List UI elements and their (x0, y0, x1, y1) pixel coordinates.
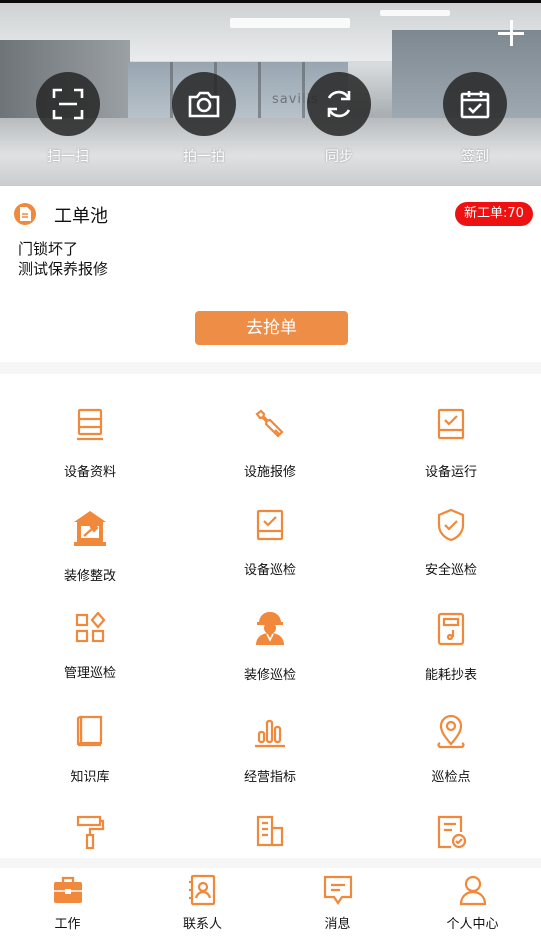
grab-order-button[interactable]: 去抢单 (195, 311, 348, 345)
contacts-icon (188, 874, 215, 906)
scan-icon (36, 72, 100, 136)
form-check-icon (437, 815, 467, 849)
camera-label: 拍一拍 (183, 149, 225, 165)
meter-icon (437, 612, 465, 646)
scan-button[interactable]: 扫一扫 (34, 72, 102, 166)
grid-item-label: 装修巡检 (243, 668, 296, 683)
banner-light (230, 18, 350, 28)
grid-item-label: 管理巡检 (63, 666, 116, 681)
checkin-label: 签到 (461, 149, 489, 165)
document-icon (14, 203, 36, 225)
tab-label: 个人中心 (446, 917, 499, 932)
book-icon (76, 715, 103, 747)
plus-icon[interactable] (496, 18, 528, 50)
scan-label: 扫一扫 (47, 149, 89, 165)
shield-check-icon (437, 508, 465, 542)
nav-divider (0, 858, 541, 868)
hero-banner: savills 扫一扫 拍一拍 同步 签到 (0, 0, 541, 186)
sync-label: 同步 (325, 149, 353, 165)
grid-item-label: 设备巡检 (243, 563, 296, 578)
grid-item-energy-meter[interactable]: 能耗抄表 (371, 612, 531, 683)
grid-item-renovation-inspection[interactable]: 装修巡检 (190, 610, 350, 683)
message-icon (323, 875, 352, 905)
section-divider (0, 362, 541, 374)
location-pin-icon (437, 714, 465, 749)
tab-profile[interactable]: 个人中心 (405, 868, 540, 936)
calendar-check-icon (443, 72, 507, 136)
grid-item-device-inspection[interactable]: 设备巡检 (190, 508, 350, 578)
apps-icon (75, 612, 106, 643)
grid-item-label: 能耗抄表 (424, 668, 477, 683)
briefcase-icon (53, 876, 82, 903)
tab-label: 联系人 (182, 917, 222, 932)
bottom-nav: 工作 联系人 消息 个人中心 (0, 868, 541, 936)
pool-title: 工单池 (54, 206, 108, 227)
grid-item-form[interactable] (371, 814, 531, 850)
grid-item-business-indicators[interactable]: 经营指标 (190, 714, 350, 785)
grid-item-label: 设施报修 (243, 465, 296, 480)
tab-work[interactable]: 工作 (0, 868, 135, 936)
tab-contacts[interactable]: 联系人 (135, 868, 270, 936)
monitor-check-icon (437, 408, 465, 440)
pool-item[interactable]: 门锁坏了 (18, 238, 78, 259)
renovation-icon (74, 511, 106, 546)
new-orders-badge[interactable]: 新工单:70 (455, 202, 533, 226)
paint-roller-icon (76, 815, 105, 850)
sync-icon (307, 72, 371, 136)
bar-chart-icon (255, 719, 285, 748)
banner-mullion (258, 62, 261, 120)
grid-item-knowledge-base[interactable]: 知识库 (10, 714, 170, 785)
grid-item-device-info[interactable]: 设备资料 (10, 408, 170, 480)
work-order-pool: 工单池 新工单:70 门锁坏了 测试保养报修 去抢单 (0, 186, 541, 364)
grid-item-renovation-fix[interactable]: 装修整改 (10, 508, 170, 584)
grid-item-label: 经营指标 (243, 770, 296, 785)
wrench-icon (255, 409, 284, 438)
worker-icon (256, 612, 284, 645)
grid-item-label: 知识库 (70, 770, 110, 785)
grid-item-paint[interactable] (10, 814, 170, 850)
grid-item-label: 装修整改 (63, 569, 116, 584)
grid-item-safety-inspection[interactable]: 安全巡检 (371, 508, 531, 578)
grid-item-label: 设备运行 (424, 465, 477, 480)
grid-item-inspection-point[interactable]: 巡检点 (371, 714, 531, 785)
grid-item-device-operation[interactable]: 设备运行 (371, 408, 531, 480)
camera-button[interactable]: 拍一拍 (170, 72, 238, 166)
camera-icon (172, 72, 236, 136)
tab-label: 工作 (54, 917, 81, 932)
checkin-button[interactable]: 签到 (441, 72, 509, 166)
building-icon (256, 815, 284, 847)
grid-item-building[interactable] (190, 814, 350, 848)
grid-item-label: 巡检点 (431, 770, 471, 785)
tab-messages[interactable]: 消息 (270, 868, 405, 936)
banner-light (380, 10, 450, 16)
function-grid: 设备资料 设施报修 设备运行 装修整改 设备巡检 安全巡检 管理巡检 装修巡检 … (0, 374, 541, 858)
pool-item[interactable]: 测试保养报修 (18, 258, 108, 279)
grid-item-management-inspection[interactable]: 管理巡检 (10, 612, 170, 681)
grid-item-label: 安全巡检 (424, 563, 477, 578)
inspection-check-icon (256, 509, 284, 541)
server-doc-icon (77, 408, 103, 441)
app-screen: savills 扫一扫 拍一拍 同步 签到 工单池 新工单:70 门锁坏了 测试… (0, 0, 541, 936)
tab-label: 消息 (324, 917, 351, 932)
grid-item-label: 设备资料 (63, 465, 116, 480)
user-icon (459, 875, 486, 906)
grid-item-facility-repair[interactable]: 设施报修 (190, 408, 350, 480)
sync-button[interactable]: 同步 (305, 72, 373, 166)
